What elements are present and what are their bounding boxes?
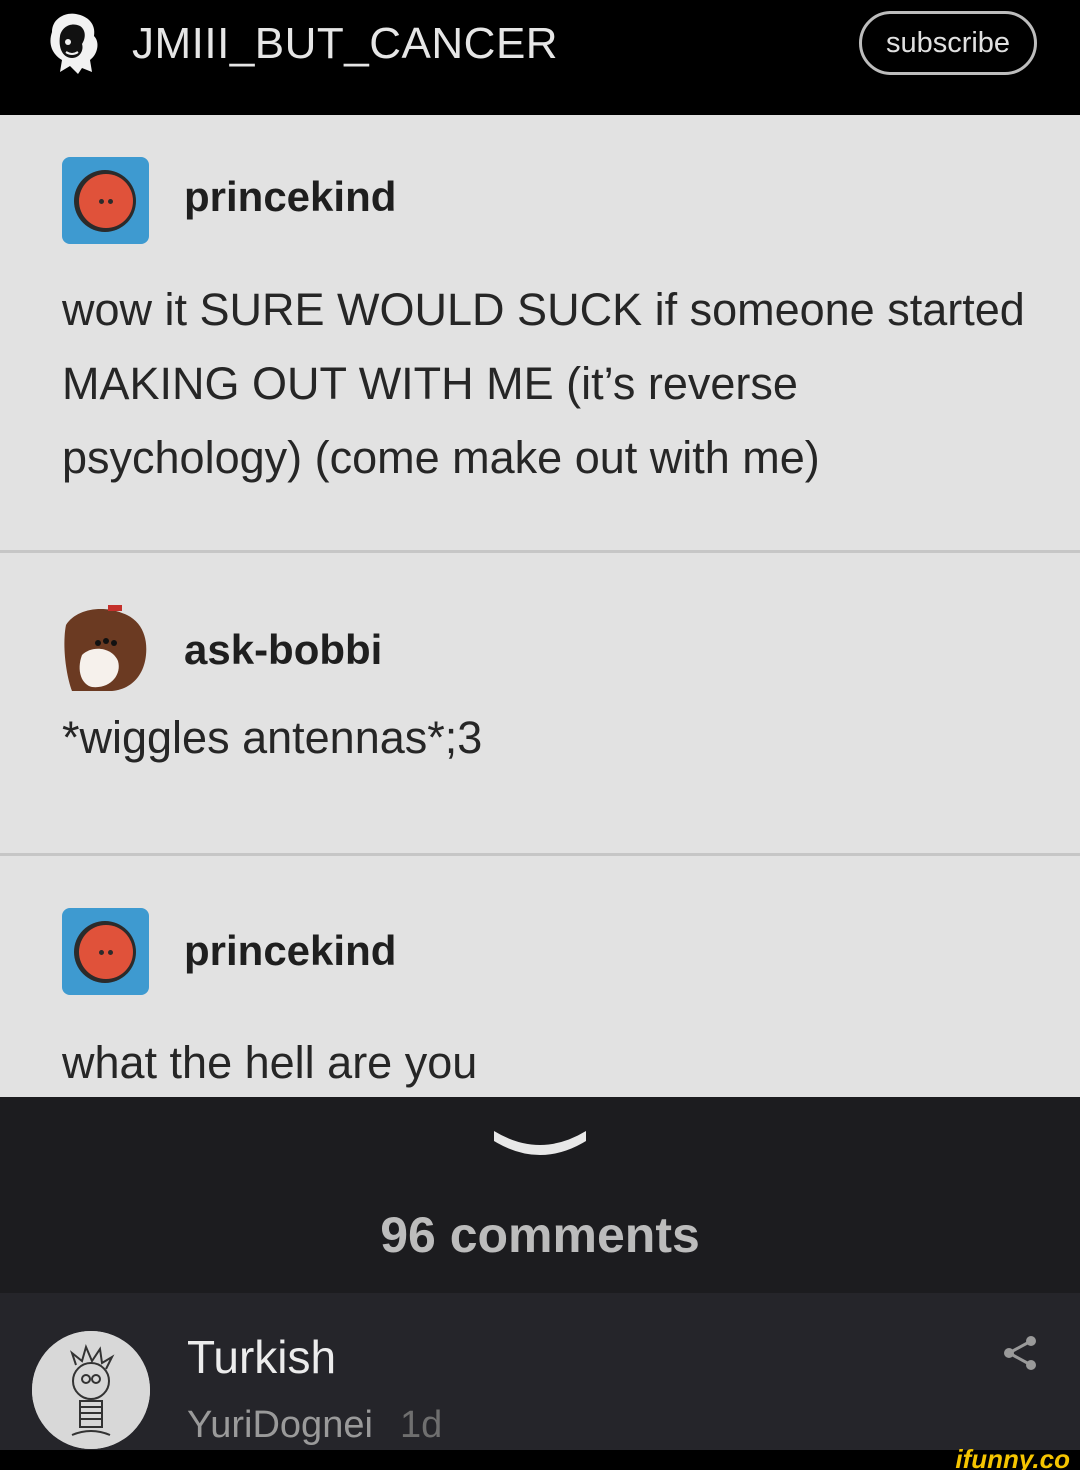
comment-text: Turkish (187, 1331, 337, 1383)
comment-username[interactable]: YuriDognei (187, 1403, 373, 1447)
entry-text: what the hell are you (62, 1037, 478, 1088)
comment-timestamp: 1d (400, 1404, 443, 1446)
avatar[interactable] (32, 1331, 150, 1449)
entry-username: princekind (184, 173, 397, 220)
channel-avatar-icon[interactable] (38, 8, 110, 80)
channel-name[interactable]: JMIII_BUT_CANCER (132, 18, 558, 70)
post-image: princekind wow it SURE WOULD SUCK if som… (0, 115, 1080, 1097)
chevron-down-icon[interactable] (490, 1123, 590, 1163)
entry-username: princekind (184, 927, 397, 974)
comments-count[interactable]: 96 comments (0, 1205, 1080, 1265)
entry-text: wow it SURE WOULD SUCK if someone starte… (62, 284, 1025, 483)
user-avatar-icon (62, 908, 149, 995)
comments-header[interactable]: 96 comments (0, 1097, 1080, 1293)
comment-item[interactable]: Turkish YuriDognei 1d (0, 1293, 1080, 1450)
divider (0, 853, 1080, 856)
divider (0, 550, 1080, 553)
brand-logo: ifunny.co (955, 1444, 1070, 1470)
subscribe-button[interactable]: subscribe (859, 11, 1037, 75)
entry-text: *wiggles antennas*;3 (62, 712, 483, 763)
footer-bar: ifunny.co (0, 1444, 1080, 1470)
user-avatar-icon (62, 605, 149, 692)
share-icon[interactable] (1000, 1333, 1040, 1373)
channel-header: JMIII_BUT_CANCER subscribe (0, 0, 1080, 115)
user-avatar-icon (62, 157, 149, 244)
entry-username: ask-bobbi (184, 626, 383, 673)
